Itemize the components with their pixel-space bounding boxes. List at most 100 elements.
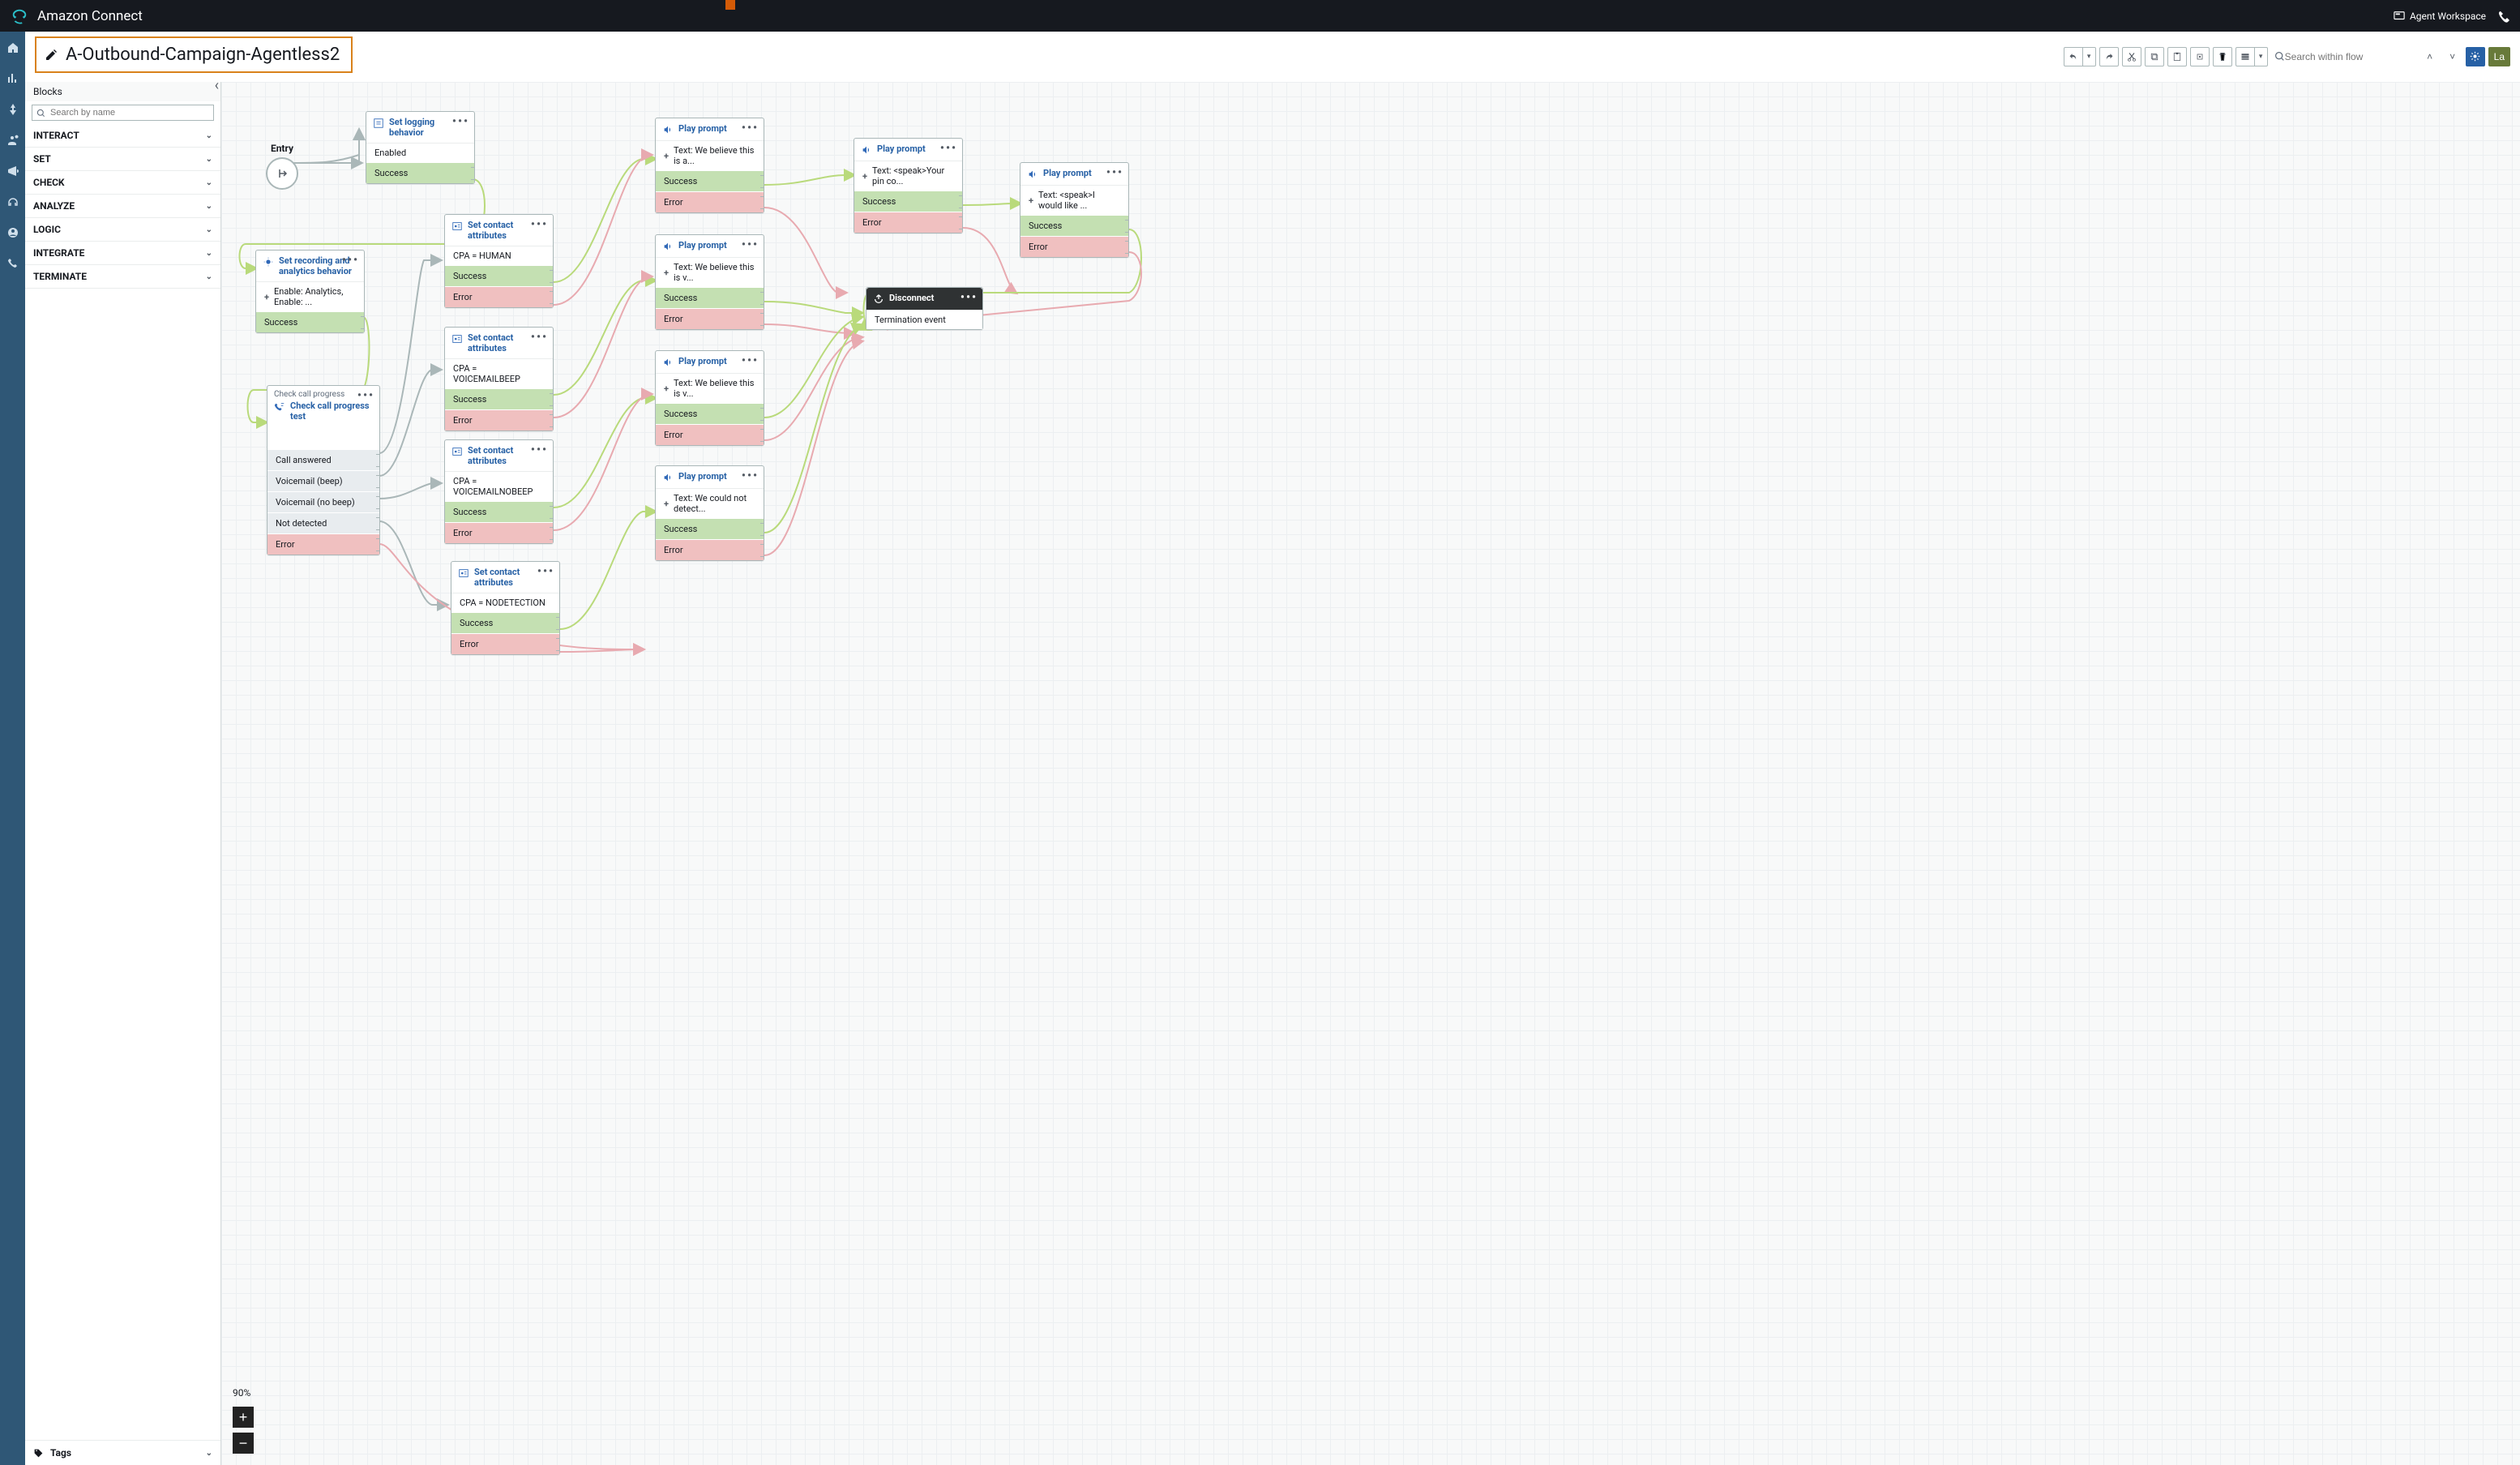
- branch-success[interactable]: Success: [256, 311, 364, 332]
- paste-button[interactable]: [2167, 47, 2187, 66]
- node-check-call[interactable]: ••• Check call progress Check call progr…: [267, 385, 380, 555]
- branch-success[interactable]: Success: [451, 612, 559, 633]
- save-button[interactable]: La: [2488, 47, 2510, 66]
- node-menu[interactable]: •••: [452, 115, 469, 128]
- profile-icon[interactable]: [6, 226, 19, 239]
- node-menu[interactable]: •••: [742, 354, 759, 367]
- search-next[interactable]: ˅: [2443, 47, 2462, 66]
- node-menu[interactable]: •••: [742, 122, 759, 135]
- branch-error[interactable]: Error: [656, 191, 764, 212]
- undo-button[interactable]: [2064, 47, 2083, 66]
- tag-icon: [33, 1448, 44, 1459]
- node-sca-nodetection[interactable]: ••• Set contact attributes CPA = NODETEC…: [451, 561, 560, 655]
- node-menu[interactable]: •••: [940, 142, 957, 155]
- node-set-recording[interactable]: ••• Set recording and analytics behavior…: [255, 250, 365, 333]
- node-sca-human[interactable]: ••• Set contact attributes CPA = HUMAN S…: [444, 214, 554, 308]
- zoom-out-button[interactable]: −: [233, 1433, 254, 1454]
- cat-terminate[interactable]: TERMINATE⌄: [25, 265, 220, 289]
- branch-success[interactable]: Success: [1020, 215, 1128, 236]
- headset-icon[interactable]: [6, 195, 19, 208]
- settings-button[interactable]: [2466, 47, 2485, 66]
- campaign-icon[interactable]: [6, 165, 19, 178]
- branch-success[interactable]: Success: [656, 170, 764, 191]
- branch-vm-nobeep[interactable]: Voicemail (no beep): [267, 491, 379, 512]
- node-sca-vmnobeep[interactable]: ••• Set contact attributes CPA = VOICEMA…: [444, 439, 554, 544]
- node-menu[interactable]: •••: [1106, 166, 1123, 179]
- node-pp4[interactable]: ••• Play prompt +Text: We could not dete…: [655, 465, 764, 561]
- snap-button[interactable]: [2190, 47, 2210, 66]
- branch-error[interactable]: Error: [445, 522, 553, 543]
- contact-attr-icon: [458, 568, 469, 579]
- node-pp6[interactable]: ••• Play prompt +Text: <speak>I would li…: [1020, 162, 1129, 258]
- undo-dropdown[interactable]: ▾: [2083, 47, 2096, 66]
- branch-success[interactable]: Success: [445, 388, 553, 409]
- cat-integrate[interactable]: INTEGRATE⌄: [25, 242, 220, 265]
- users-icon[interactable]: [6, 134, 19, 147]
- blocks-collapse[interactable]: ‹: [215, 82, 219, 94]
- branch-success[interactable]: Success: [656, 403, 764, 424]
- branch-call-answered[interactable]: Call answered: [267, 449, 379, 470]
- cat-interact[interactable]: INTERACT⌄: [25, 124, 220, 148]
- search-flow-input[interactable]: [2285, 51, 2414, 62]
- branch-error[interactable]: Error: [656, 424, 764, 445]
- branch-error[interactable]: Error: [267, 533, 379, 555]
- layout-button[interactable]: [2235, 47, 2255, 66]
- zoom-in-button[interactable]: +: [233, 1407, 254, 1428]
- flow-title-wrap[interactable]: A-Outbound-Campaign-Agentless2: [35, 36, 353, 73]
- canvas[interactable]: Entry ••• Set logging behavior Enabled S…: [221, 82, 2520, 1465]
- node-menu[interactable]: •••: [342, 254, 359, 267]
- branch-success[interactable]: Success: [656, 287, 764, 308]
- branch-error[interactable]: Error: [451, 633, 559, 654]
- cat-check[interactable]: CHECK⌄: [25, 171, 220, 195]
- search-prev[interactable]: ˄: [2420, 47, 2440, 66]
- phone-nav-icon[interactable]: [6, 257, 19, 270]
- routing-icon[interactable]: [6, 103, 19, 116]
- node-menu[interactable]: •••: [961, 291, 978, 304]
- contact-attr-icon: [451, 221, 463, 232]
- agent-workspace-link[interactable]: Agent Workspace: [2394, 11, 2486, 22]
- branch-error[interactable]: Error: [656, 539, 764, 560]
- branch-not-detected[interactable]: Not detected: [267, 512, 379, 533]
- node-menu[interactable]: •••: [531, 331, 548, 344]
- node-menu[interactable]: •••: [357, 389, 374, 402]
- cat-set[interactable]: SET⌄: [25, 148, 220, 171]
- node-menu[interactable]: •••: [742, 469, 759, 482]
- node-pp2[interactable]: ••• Play prompt +Text: We believe this i…: [655, 234, 764, 330]
- blocks-header: Blocks ‹: [25, 82, 220, 101]
- analytics-icon[interactable]: [6, 72, 19, 85]
- cat-logic[interactable]: LOGIC⌄: [25, 218, 220, 242]
- branch-error[interactable]: Error: [445, 286, 553, 307]
- node-set-logging[interactable]: ••• Set logging behavior Enabled Success: [366, 111, 475, 184]
- layout-dropdown[interactable]: ▾: [2255, 47, 2268, 66]
- node-disconnect[interactable]: ••• Disconnect Termination event: [866, 287, 983, 330]
- branch-vm-beep[interactable]: Voicemail (beep): [267, 470, 379, 491]
- branch-success[interactable]: Success: [854, 191, 962, 212]
- node-menu[interactable]: •••: [531, 218, 548, 231]
- branch-success[interactable]: Success: [445, 501, 553, 522]
- branch-success[interactable]: Success: [445, 265, 553, 286]
- node-pp3[interactable]: ••• Play prompt +Text: We believe this i…: [655, 350, 764, 446]
- branch-error[interactable]: Error: [854, 212, 962, 233]
- node-pp1[interactable]: ••• Play prompt +Text: We believe this i…: [655, 118, 764, 213]
- phone-icon[interactable]: [2497, 10, 2510, 23]
- node-sca-vmbeep[interactable]: ••• Set contact attributes CPA = VOICEMA…: [444, 327, 554, 431]
- branch-error[interactable]: Error: [445, 409, 553, 431]
- tags-toggle[interactable]: Tags ⌄: [25, 1440, 220, 1465]
- node-pp5[interactable]: ••• Play prompt +Text: <speak>Your pin c…: [854, 138, 963, 233]
- branch-error[interactable]: Error: [656, 308, 764, 329]
- cat-analyze[interactable]: ANALYZE⌄: [25, 195, 220, 218]
- branch-success[interactable]: Success: [366, 162, 474, 183]
- node-entry[interactable]: Entry: [254, 143, 310, 190]
- delete-button[interactable]: [2213, 47, 2232, 66]
- block-search-input[interactable]: [32, 105, 214, 121]
- node-menu[interactable]: •••: [531, 443, 548, 456]
- search-flow[interactable]: [2271, 49, 2417, 65]
- copy-button[interactable]: [2145, 47, 2164, 66]
- home-icon[interactable]: [6, 41, 19, 54]
- redo-button[interactable]: [2099, 47, 2119, 66]
- branch-error[interactable]: Error: [1020, 236, 1128, 257]
- cut-button[interactable]: [2122, 47, 2141, 66]
- branch-success[interactable]: Success: [656, 518, 764, 539]
- node-menu[interactable]: •••: [742, 238, 759, 251]
- node-menu[interactable]: •••: [537, 565, 554, 578]
